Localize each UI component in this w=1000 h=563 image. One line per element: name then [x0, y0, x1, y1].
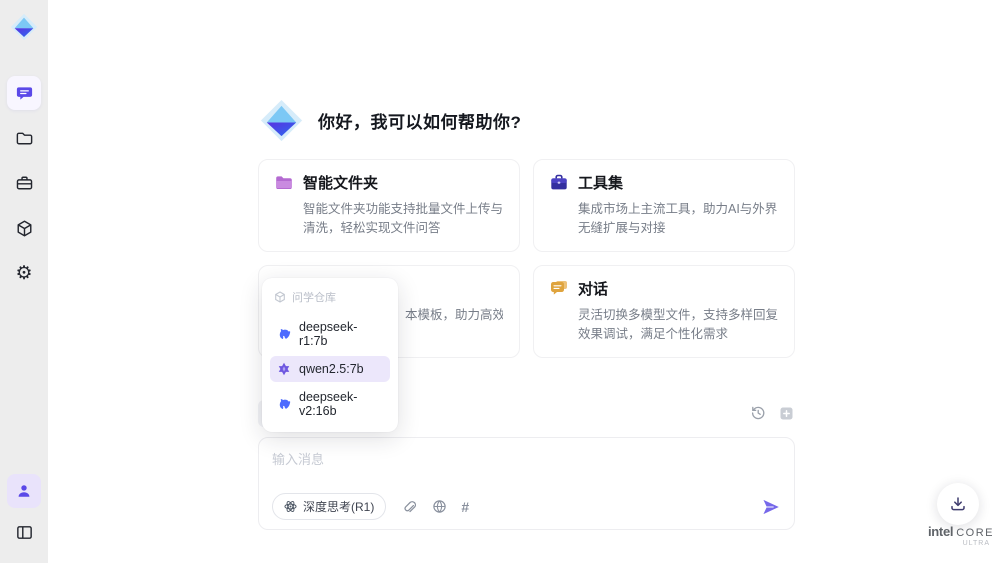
sidebar-item-toolkit[interactable] — [7, 166, 41, 200]
model-option-label: qwen2.5:7b — [299, 362, 364, 376]
card-smart-folders[interactable]: 智能文件夹 智能文件夹功能支持批量文件上传与清洗，轻松实现文件问答 — [258, 159, 520, 252]
chat-yellow-icon — [551, 281, 567, 295]
translate-button[interactable] — [430, 498, 448, 516]
sidebar-collapse-toggle[interactable] — [7, 515, 41, 549]
atom-icon — [284, 501, 297, 512]
greeting: 你好，我可以如何帮助你? — [258, 97, 521, 144]
model-dropdown: 问学仓库 deepseek-r1:7b qwen2.5:7b deepseek-… — [262, 278, 398, 432]
sidebar-item-settings[interactable]: ⚙ — [7, 256, 41, 290]
card-description: 灵活切换多模型文件，支持多样回复效果调试，满足个性化需求 — [578, 307, 779, 342]
model-option-qwen[interactable]: qwen2.5:7b — [270, 356, 390, 382]
sidebar-item-account[interactable] — [7, 474, 41, 508]
new-chat-icon — [780, 407, 792, 419]
card-dialogue[interactable]: 对话 灵活切换多模型文件，支持多样回复效果调试，满足个性化需求 — [533, 264, 795, 358]
sidebar: ⚙ — [0, 0, 48, 563]
gear-icon: ⚙ — [15, 262, 33, 284]
sidebar-bottom — [7, 474, 41, 549]
sidebar-nav: ⚙ — [7, 76, 41, 290]
card-title: 智能文件夹 — [303, 175, 379, 192]
cube-icon — [17, 220, 31, 236]
chat-actions — [749, 404, 795, 422]
model-option-label: deepseek-r1:7b — [299, 320, 358, 348]
deep-think-toggle[interactable]: 深度思考(R1) — [272, 493, 387, 520]
model-dropdown-group: 问学仓库 — [270, 286, 390, 312]
briefcase-indigo-icon — [551, 174, 567, 189]
new-chat-button[interactable] — [777, 404, 795, 422]
card-title: 工具集 — [578, 175, 624, 192]
composer-toolbar: 深度思考(R1) # — [272, 493, 781, 520]
intel-tier-text: ultra — [962, 540, 990, 547]
model-group-label: 问学仓库 — [292, 292, 336, 304]
chat-icon — [16, 86, 32, 100]
download-icon — [951, 497, 965, 511]
message-input[interactable] — [272, 449, 781, 487]
sidebar-item-folders[interactable] — [7, 121, 41, 155]
download-button[interactable] — [937, 483, 979, 525]
app-logo — [10, 13, 38, 41]
composer: 深度思考(R1) # — [258, 437, 795, 530]
intel-brand-text: intel — [927, 524, 954, 539]
card-toolkit[interactable]: 工具集 集成市场上主流工具，助力AI与外界无缝扩展与对接 — [533, 159, 795, 252]
deepseek-icon — [279, 329, 291, 339]
model-option-deepseek-r1[interactable]: deepseek-r1:7b — [270, 314, 390, 354]
history-icon — [751, 406, 765, 420]
qwen-icon — [278, 362, 290, 376]
user-icon — [18, 485, 30, 497]
prompt-command-button[interactable]: # — [461, 500, 469, 514]
paperclip-icon — [404, 501, 416, 513]
greeting-title: 你好，我可以如何帮助你? — [318, 113, 522, 132]
deep-think-label: 深度思考(R1) — [303, 500, 375, 514]
model-option-label: deepseek-v2:16b — [299, 390, 358, 418]
history-button[interactable] — [749, 404, 767, 422]
send-icon[interactable] — [761, 497, 781, 517]
model-option-deepseek-v2[interactable]: deepseek-v2:16b — [270, 384, 390, 424]
folder-purple-icon — [276, 175, 292, 189]
card-title: 对话 — [578, 280, 609, 298]
assistant-logo — [260, 99, 303, 142]
briefcase-icon — [16, 176, 32, 189]
repository-icon — [275, 291, 285, 303]
card-description: 智能文件夹功能支持批量文件上传与清洗，轻松实现文件问答 — [303, 202, 504, 236]
globe-icon — [433, 500, 446, 513]
panel-icon — [16, 525, 32, 539]
intel-core-badge: intel core ultra — [926, 524, 996, 547]
intel-product-text: core — [956, 527, 994, 539]
folder-icon — [16, 132, 32, 144]
sidebar-item-chat[interactable] — [7, 76, 41, 110]
card-description: 集成市场上主流工具，助力AI与外界无缝扩展与对接 — [578, 202, 778, 236]
attach-button[interactable] — [399, 498, 417, 516]
deepseek-icon — [279, 399, 291, 409]
sidebar-item-apps[interactable] — [7, 211, 41, 245]
